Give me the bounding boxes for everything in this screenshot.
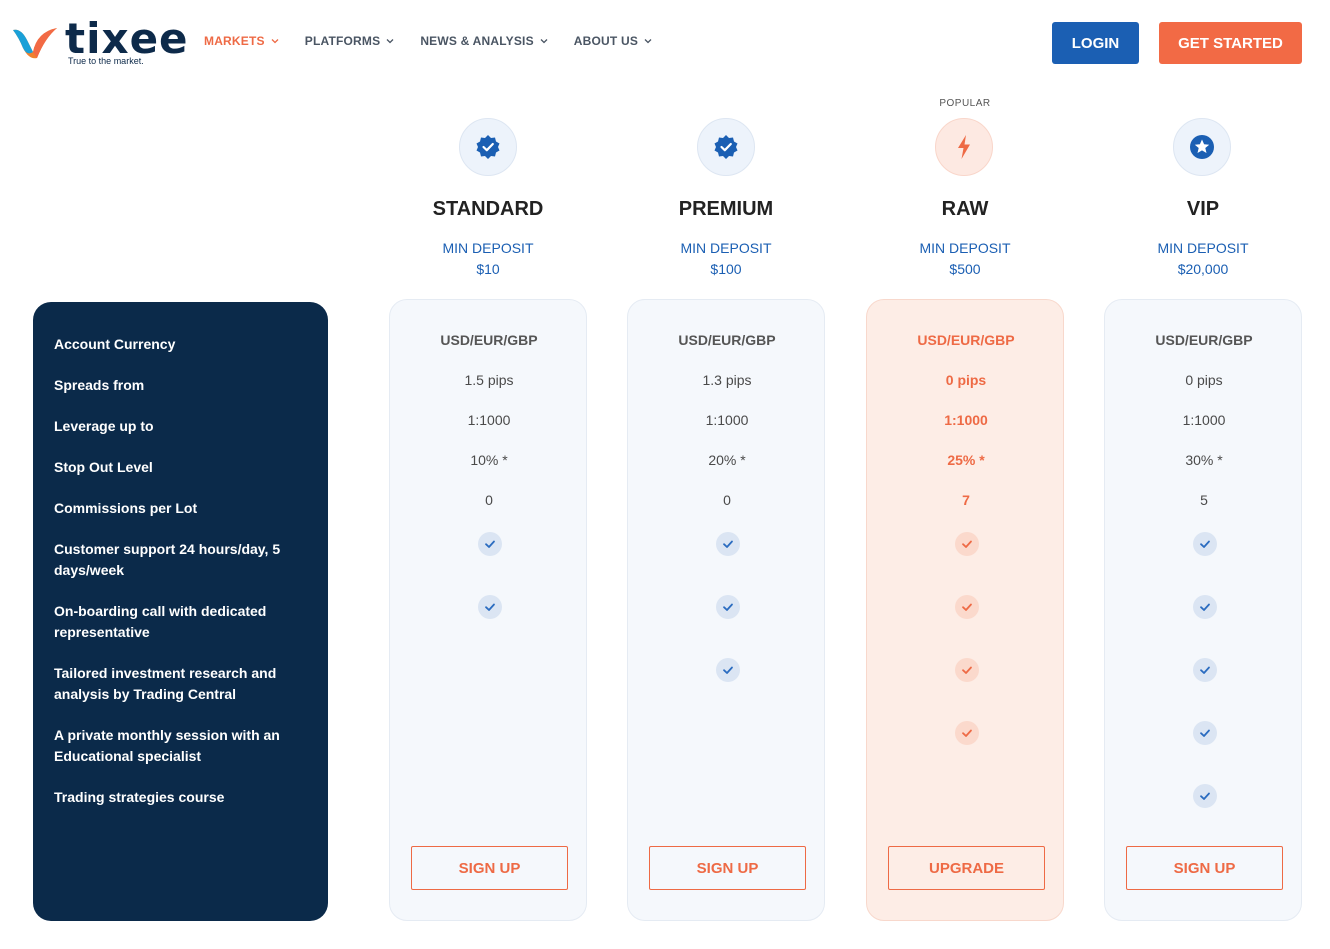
feature-list-panel: Account Currency Spreads from Leverage u… [33, 302, 328, 921]
feature-label: Trading strategies course [54, 789, 225, 805]
stop-out-value: 30% * [1185, 452, 1223, 468]
check-icon [1193, 658, 1217, 682]
min-deposit-label: MIN DEPOSIT [1157, 240, 1249, 256]
plan-name: VIP [1186, 198, 1220, 220]
currency-value: USD/EUR/GBP [917, 332, 1015, 348]
lightning-icon [958, 135, 970, 159]
feature-label: Customer support 24 hours/day, 5 days/we… [54, 541, 281, 578]
feature-label: Spreads from [54, 377, 145, 393]
spreads-value: 1.3 pips [702, 372, 752, 388]
feature-label: Commissions per Lot [54, 500, 198, 516]
logo-mark-icon [13, 28, 57, 59]
chevron-down-icon [644, 39, 652, 44]
check-icon [716, 658, 740, 682]
feature-label: Tailored investment research and analysi… [54, 665, 277, 702]
nav-news-analysis[interactable]: NEWS & ANALYSIS [420, 34, 548, 48]
plan-card-raw: USD/EUR/GBP 0 pips 1:1000 25% * 7 UPGRAD… [866, 299, 1064, 921]
sign-up-button[interactable]: SIGN UP [649, 846, 806, 890]
plan-raw-badge [935, 118, 993, 176]
nav-markets[interactable]: MARKETS [204, 34, 279, 48]
check-icon [478, 532, 502, 556]
site-header: tixee True to the market. MARKETS PLATFO… [0, 0, 1330, 86]
sign-up-button[interactable]: SIGN UP [1126, 846, 1283, 890]
commission-value: 7 [962, 492, 970, 508]
nav-about-us[interactable]: ABOUT US [574, 34, 652, 48]
spreads-value: 0 pips [1185, 372, 1223, 388]
stop-out-value: 20% * [708, 452, 746, 468]
commission-value: 5 [1200, 492, 1208, 508]
commission-value: 0 [485, 492, 493, 508]
stop-out-value: 10% * [470, 452, 508, 468]
min-deposit-label: MIN DEPOSIT [442, 240, 534, 256]
check-icon [955, 658, 979, 682]
login-button[interactable]: LOGIN [1052, 22, 1139, 64]
feature-label: Stop Out Level [54, 459, 153, 475]
nav-platforms-label: PLATFORMS [304, 34, 381, 48]
min-deposit-value: $500 [949, 261, 981, 277]
chevron-down-icon [386, 39, 394, 44]
check-icon [955, 595, 979, 619]
nav-news-analysis-label: NEWS & ANALYSIS [420, 34, 534, 48]
nav-platforms[interactable]: PLATFORMS [305, 34, 395, 48]
check-icon [955, 721, 979, 745]
get-started-button[interactable]: GET STARTED [1159, 22, 1302, 64]
leverage-value: 1:1000 [705, 412, 749, 428]
feature-label: Account Currency [54, 336, 176, 352]
stop-out-value: 25% * [947, 452, 985, 468]
min-deposit-label: MIN DEPOSIT [680, 240, 772, 256]
check-icon [1193, 595, 1217, 619]
check-icon [1193, 784, 1217, 808]
verified-badge-icon [476, 135, 500, 159]
plan-card-vip: USD/EUR/GBP 0 pips 1:1000 30% * 5 SIGN U… [1104, 299, 1302, 921]
feature-label: A private monthly session with an Educat… [54, 727, 280, 764]
verified-badge-icon [714, 135, 738, 159]
spreads-value: 1.5 pips [464, 372, 514, 388]
min-deposit-value: $100 [710, 261, 742, 277]
check-icon [1193, 532, 1217, 556]
currency-value: USD/EUR/GBP [1155, 332, 1253, 348]
plan-name: PREMIUM [678, 198, 774, 220]
star-badge-icon [1190, 135, 1214, 159]
main-nav: MARKETS PLATFORMS NEWS & ANALYSIS ABOUT … [204, 34, 652, 48]
spreads-value: 0 pips [945, 372, 987, 388]
nav-markets-label: MARKETS [204, 34, 265, 48]
plan-card-standard: USD/EUR/GBP 1.5 pips 1:1000 10% * 0 SIGN… [389, 299, 587, 921]
leverage-value: 1:1000 [944, 412, 988, 428]
check-icon [716, 532, 740, 556]
sign-up-button[interactable]: SIGN UP [411, 846, 568, 890]
plan-standard-badge [459, 118, 517, 176]
check-icon [955, 532, 979, 556]
min-deposit-value: $20,000 [1177, 261, 1229, 277]
nav-about-us-label: ABOUT US [573, 34, 639, 48]
feature-label: Leverage up to [54, 418, 154, 434]
upgrade-button[interactable]: UPGRADE [888, 846, 1045, 890]
plan-premium-badge [697, 118, 755, 176]
currency-value: USD/EUR/GBP [678, 332, 776, 348]
plan-name: RAW [941, 198, 989, 220]
popular-label: POPULAR [939, 98, 991, 109]
currency-value: USD/EUR/GBP [440, 332, 538, 348]
plan-card-premium: USD/EUR/GBP 1.3 pips 1:1000 20% * 0 SIGN… [627, 299, 825, 921]
leverage-value: 1:1000 [467, 412, 511, 428]
plan-vip-badge [1173, 118, 1231, 176]
chevron-down-icon [540, 39, 548, 44]
commission-value: 0 [723, 492, 731, 508]
feature-label: On-boarding call with dedicated represen… [54, 603, 267, 640]
check-icon [716, 595, 740, 619]
leverage-value: 1:1000 [1182, 412, 1226, 428]
chevron-down-icon [271, 39, 279, 44]
check-icon [478, 595, 502, 619]
check-icon [1193, 721, 1217, 745]
logo-tagline: True to the market. [68, 56, 144, 66]
min-deposit-value: $10 [476, 261, 500, 277]
plan-name: STANDARD [432, 198, 544, 220]
min-deposit-label: MIN DEPOSIT [919, 240, 1011, 256]
logo[interactable]: tixee True to the market. [11, 14, 188, 68]
